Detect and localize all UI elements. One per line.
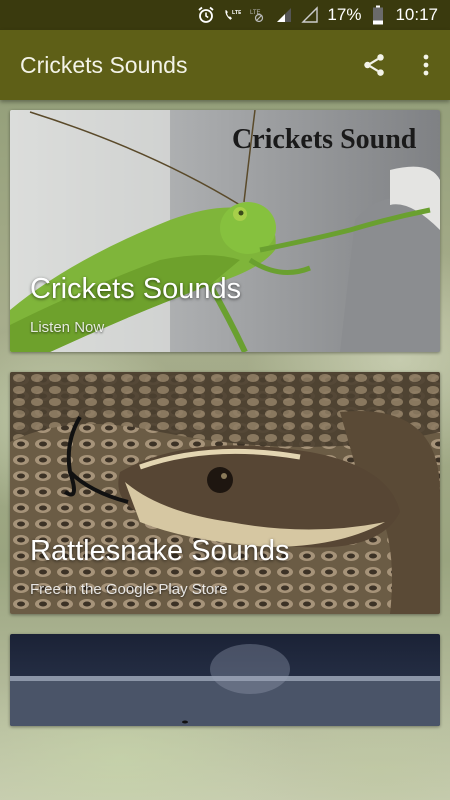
alarm-icon	[197, 6, 215, 24]
app-bar: Crickets Sounds	[0, 30, 450, 100]
card-crickets-sounds[interactable]: Crickets Sound Crickets Sounds Listen No…	[10, 110, 440, 352]
svg-text:LTE: LTE	[232, 10, 241, 16]
card-subtitle: Listen Now	[30, 319, 105, 336]
signal-empty-icon	[301, 6, 319, 24]
overflow-menu-icon[interactable]	[402, 41, 450, 89]
share-icon[interactable]	[350, 41, 398, 89]
phone-lte-icon: LTE	[223, 6, 241, 24]
signal-icon	[275, 6, 293, 24]
card-list: Crickets Sound Crickets Sounds Listen No…	[10, 110, 440, 746]
rattlesnake-image	[10, 372, 440, 614]
card-water[interactable]	[10, 634, 440, 726]
card-image-caption: Crickets Sound	[232, 124, 417, 155]
battery-icon	[369, 5, 387, 25]
battery-percent: 17%	[327, 5, 362, 24]
clock: 10:17	[395, 5, 438, 24]
card-title: Rattlesnake Sounds	[30, 535, 290, 567]
card-subtitle: Free in the Google Play Store	[30, 581, 228, 598]
app-title: Crickets Sounds	[20, 51, 188, 78]
cricket-image: Crickets Sound	[10, 110, 440, 352]
water-image	[10, 634, 440, 726]
card-rattlesnake-sounds[interactable]: Rattlesnake Sounds Free in the Google Pl…	[10, 372, 440, 614]
card-title: Crickets Sounds	[30, 273, 242, 305]
data-icon: LTE	[249, 6, 267, 24]
status-bar: LTE LTE 17% 10:17	[0, 0, 450, 30]
